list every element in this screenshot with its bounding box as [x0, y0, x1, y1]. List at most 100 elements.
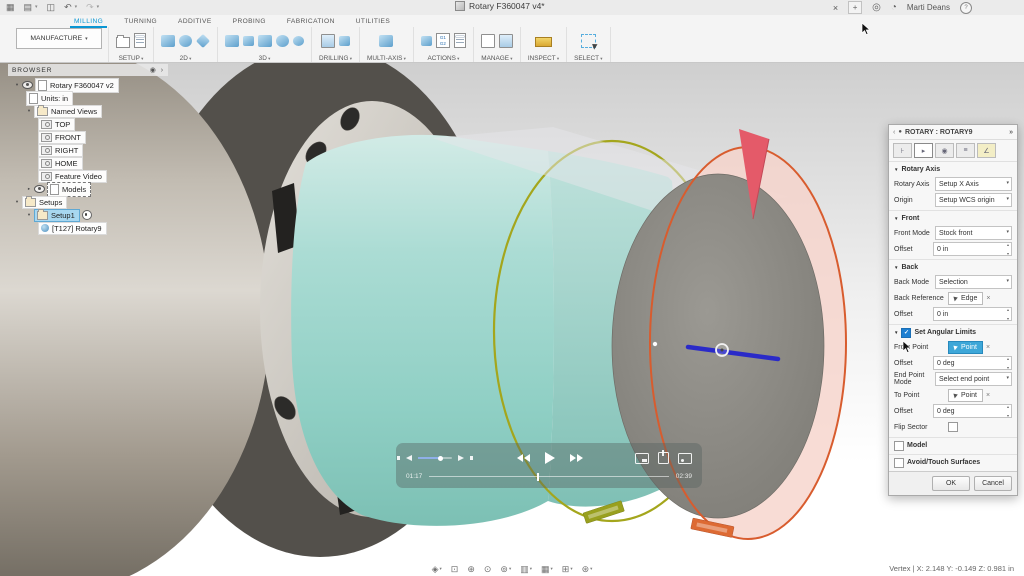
- flip-sector-checkbox[interactable]: [948, 422, 958, 432]
- from-point-selection-chip[interactable]: Point: [948, 341, 983, 354]
- edge-selection-chip[interactable]: Edge: [948, 292, 983, 305]
- tree-item-named-views[interactable]: ▾ Named Views: [26, 105, 183, 117]
- 3d-spiral-icon[interactable]: [293, 36, 304, 46]
- post-process-icon[interactable]: [421, 36, 432, 46]
- navbar-options-icon[interactable]: ⊛▾: [582, 565, 593, 574]
- to-point-selection-chip[interactable]: Point: [948, 389, 983, 402]
- close-document-icon[interactable]: ×: [833, 3, 838, 13]
- tree-item-units[interactable]: Units: in: [26, 92, 183, 104]
- orbit-icon[interactable]: ◈▾: [432, 565, 442, 574]
- clear-selection-icon[interactable]: ×: [986, 392, 990, 399]
- section-header[interactable]: ▼ Front: [889, 212, 1017, 225]
- multiaxis-swarf-icon[interactable]: [379, 35, 393, 47]
- caret-icon[interactable]: ▾: [26, 108, 32, 114]
- tab-tool-icon[interactable]: ⊦: [893, 143, 912, 158]
- tab-milling[interactable]: MILLING: [70, 15, 107, 28]
- caret-icon[interactable]: ▾: [14, 199, 20, 205]
- volume-slider[interactable]: [418, 457, 452, 459]
- active-setup-icon[interactable]: [82, 210, 92, 220]
- help-icon[interactable]: ?: [960, 2, 972, 14]
- zoom-icon[interactable]: ⊙: [484, 565, 492, 574]
- 2d-adaptive-icon[interactable]: [161, 35, 175, 47]
- viewports-icon[interactable]: ⊞▾: [562, 565, 573, 574]
- front-mode-select[interactable]: Stock front: [935, 226, 1012, 240]
- group-label[interactable]: SELECT: [574, 55, 602, 62]
- setup-sheet-icon[interactable]: [134, 33, 146, 48]
- undo-icon[interactable]: ↶: [64, 1, 72, 14]
- avoid-touch-checkbox[interactable]: [894, 458, 904, 468]
- ok-button[interactable]: OK: [932, 476, 970, 491]
- display-settings-icon[interactable]: ▥▾: [520, 565, 532, 574]
- tree-item-view-right[interactable]: RIGHT: [38, 144, 183, 156]
- visibility-eye-icon[interactable]: [22, 81, 33, 89]
- measure-icon[interactable]: [535, 37, 552, 47]
- group-label[interactable]: MANAGE: [481, 55, 512, 62]
- panel-chevron-icon[interactable]: ›: [161, 67, 164, 74]
- tree-item-setups[interactable]: ▾ Setups: [14, 196, 183, 208]
- machine-library-icon[interactable]: [499, 34, 513, 48]
- file-menu-icon[interactable]: ▤: [24, 1, 33, 14]
- seek-bar[interactable]: [429, 476, 668, 478]
- tab-geometry-icon[interactable]: ▸: [914, 143, 933, 158]
- clear-selection-icon[interactable]: ×: [986, 344, 990, 351]
- group-label[interactable]: DRILLING: [319, 55, 352, 62]
- new-setup-icon[interactable]: [116, 37, 130, 48]
- 2d-pocket-icon[interactable]: [179, 35, 192, 47]
- speaker-icon[interactable]: [458, 455, 464, 461]
- tree-item-setup1[interactable]: ▾ Setup1: [26, 209, 183, 221]
- nc-program-icon[interactable]: G1G2: [436, 33, 450, 48]
- group-label[interactable]: 3D: [259, 55, 271, 62]
- from-offset-input[interactable]: 0 deg: [933, 356, 1012, 370]
- play-button[interactable]: [545, 452, 555, 464]
- tree-item-view-top[interactable]: TOP: [38, 118, 183, 130]
- section-header[interactable]: Model: [889, 439, 1017, 452]
- tree-item-view-home[interactable]: HOME: [38, 157, 183, 169]
- drill-icon[interactable]: [321, 34, 335, 48]
- pan-icon[interactable]: ⊕: [467, 565, 475, 574]
- workspace-switcher[interactable]: MANUFACTURE: [16, 28, 102, 49]
- rotary-axis-select[interactable]: Setup X Axis: [935, 177, 1012, 191]
- tool-library-icon[interactable]: [481, 34, 495, 48]
- bore-icon[interactable]: [339, 36, 350, 46]
- clear-selection-icon[interactable]: ×: [986, 295, 990, 302]
- origin-select[interactable]: Setup WCS origin: [935, 193, 1012, 207]
- tab-passes-icon[interactable]: ∠: [977, 143, 996, 158]
- playhead[interactable]: [537, 473, 539, 481]
- end-point-mode-select[interactable]: Select end point: [935, 372, 1012, 386]
- vertex-point[interactable]: [653, 342, 658, 347]
- section-header[interactable]: ▼ Back: [889, 261, 1017, 274]
- tree-item-operation-rotary9[interactable]: [T127] Rotary9: [38, 222, 183, 234]
- caret-icon[interactable]: ▾: [26, 212, 32, 218]
- tree-item-models[interactable]: ▸ Models: [26, 183, 183, 195]
- group-label[interactable]: MULTI-AXIS: [367, 55, 406, 62]
- fit-icon[interactable]: ⊚▾: [500, 565, 511, 574]
- display-settings-icon[interactable]: ◉: [150, 66, 157, 74]
- cancel-button[interactable]: Cancel: [974, 476, 1012, 491]
- app-grid-icon[interactable]: ▦: [6, 1, 15, 14]
- 3d-adaptive-icon[interactable]: [225, 35, 239, 47]
- group-label[interactable]: 2D: [180, 55, 192, 62]
- section-header[interactable]: Avoid/Touch Surfaces: [889, 456, 1017, 469]
- airplay-icon[interactable]: [678, 453, 692, 464]
- job-status-icon[interactable]: ◔: [891, 2, 897, 13]
- fast-forward-button[interactable]: [570, 454, 583, 462]
- tree-item-view-front[interactable]: FRONT: [38, 131, 183, 143]
- select-window-icon[interactable]: [581, 34, 596, 48]
- 2d-face-icon[interactable]: [196, 33, 210, 47]
- back-mode-select[interactable]: Selection: [935, 275, 1012, 289]
- group-label[interactable]: INSPECT: [528, 55, 559, 62]
- section-header[interactable]: ▼ Rotary Axis: [889, 163, 1017, 176]
- user-name[interactable]: Marti Deans: [907, 3, 950, 12]
- volume-icon[interactable]: [406, 455, 412, 461]
- group-label[interactable]: SETUP: [119, 55, 144, 62]
- section-header[interactable]: ▼ ✓ Set Angular Limits: [889, 326, 1017, 339]
- tab-radii-icon[interactable]: ◉: [935, 143, 954, 158]
- set-angular-limits-checkbox[interactable]: ✓: [901, 328, 911, 338]
- picture-in-picture-icon[interactable]: [635, 453, 649, 464]
- 3d-contour-icon[interactable]: [258, 35, 272, 47]
- tree-item-feature-video[interactable]: Feature Video: [38, 170, 183, 182]
- front-offset-input[interactable]: 0 in: [933, 242, 1012, 256]
- browser-header[interactable]: BROWSER ◉ ›: [8, 64, 168, 76]
- tree-item-root[interactable]: ▾ Rotary F360047 v2: [14, 79, 183, 91]
- back-offset-input[interactable]: 0 in: [933, 307, 1012, 321]
